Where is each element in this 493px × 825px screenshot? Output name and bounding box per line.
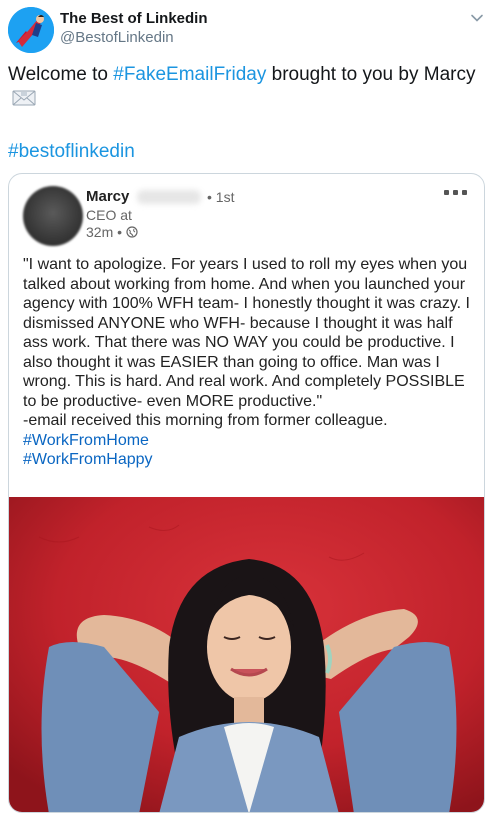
account-avatar[interactable] <box>8 7 54 53</box>
embedded-linkedin-post[interactable]: Marcy • 1st CEO at 32m • "I want to apol… <box>8 173 485 813</box>
author-title: CEO at <box>86 207 132 223</box>
chevron-down-icon[interactable] <box>469 10 485 26</box>
tweet-text-prefix: Welcome to <box>8 64 114 85</box>
post-quote: "I want to apologize. For years I used t… <box>23 256 470 410</box>
tweet-text: Welcome to #FakeEmailFriday brought to y… <box>8 62 478 112</box>
post-time: 32m • <box>86 224 138 240</box>
display-name[interactable]: The Best of Linkedin <box>60 10 208 28</box>
connection-degree: • 1st <box>207 189 235 205</box>
hashtag-link[interactable]: #WorkFromHome <box>23 431 475 451</box>
post-signoff: -email received this morning from former… <box>23 412 388 429</box>
post-body: "I want to apologize. For years I used t… <box>23 255 475 470</box>
tweet-text-suffix: brought to you by Marcy <box>266 64 476 85</box>
author-avatar[interactable] <box>23 186 83 246</box>
hashtag-link[interactable]: #WorkFromHappy <box>23 450 475 470</box>
more-options-icon[interactable] <box>444 190 472 198</box>
post-time-label: 32m • <box>86 224 123 240</box>
tweet-header: The Best of Linkedin @BestofLinkedin <box>8 6 485 56</box>
post-photo[interactable] <box>9 497 484 812</box>
hashtag-link[interactable]: #bestoflinkedin <box>8 139 135 164</box>
author-name[interactable]: Marcy <box>86 188 129 205</box>
woman-red-wall-photo <box>9 497 484 812</box>
redacted-name <box>137 190 201 204</box>
hashtag-link[interactable]: #FakeEmailFriday <box>113 64 266 85</box>
superhero-logo-icon <box>8 7 54 53</box>
globe-icon <box>126 226 138 238</box>
envelope-emoji-icon <box>12 90 36 106</box>
user-handle[interactable]: @BestofLinkedin <box>60 28 208 48</box>
